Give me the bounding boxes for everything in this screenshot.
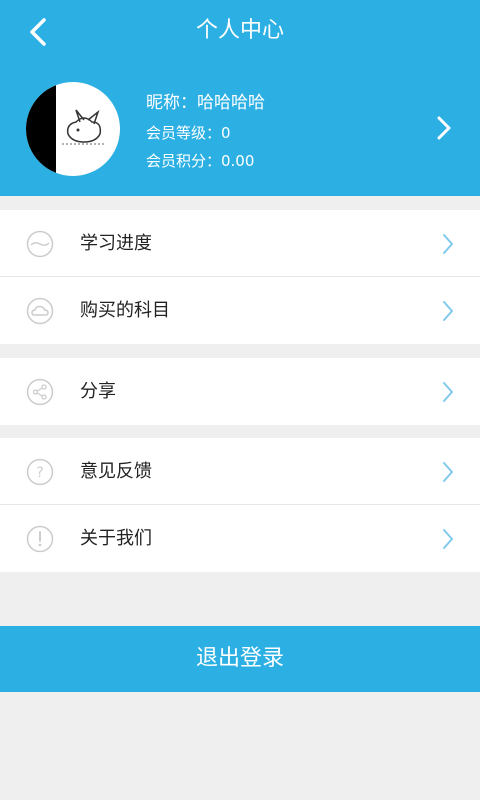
- avatar[interactable]: [26, 82, 120, 176]
- chevron-right-icon: [443, 462, 453, 482]
- chevron-right-icon: [437, 116, 451, 140]
- profile-card[interactable]: 昵称：哈哈哈哈 会员等级：0 会员积分：0.00: [0, 62, 480, 196]
- menu-group-1: 学习进度 购买的科目: [0, 210, 480, 344]
- page-title: 个人中心: [195, 18, 284, 43]
- progress-icon: [26, 230, 54, 258]
- logout-button[interactable]: 退出登录: [0, 626, 480, 692]
- menu-group-2: 分享: [0, 358, 480, 425]
- menu-item-label: 购买的科目: [80, 300, 170, 321]
- info-icon: [26, 525, 54, 553]
- menu-item-purchased-subjects[interactable]: 购买的科目: [0, 277, 480, 344]
- menu-item-learning-progress[interactable]: 学习进度: [0, 210, 480, 277]
- share-icon: [26, 378, 54, 406]
- menu-item-label: 意见反馈: [80, 461, 152, 482]
- menu-item-feedback[interactable]: ? 意见反馈: [0, 438, 480, 505]
- menu-item-label: 分享: [80, 381, 116, 402]
- chevron-right-icon: [443, 382, 453, 402]
- chevron-right-icon: [443, 301, 453, 321]
- member-points-text: 会员积分：0.00: [146, 152, 255, 170]
- svg-text:?: ?: [36, 465, 43, 481]
- menu-item-label: 关于我们: [80, 528, 152, 549]
- question-icon: ?: [26, 458, 54, 486]
- top-bar: 个人中心: [0, 0, 480, 62]
- nickname-text: 昵称：哈哈哈哈: [146, 93, 265, 113]
- menu-group-3: ? 意见反馈 关于我们: [0, 438, 480, 572]
- chevron-right-icon: [443, 529, 453, 549]
- menu-item-about-us[interactable]: 关于我们: [0, 505, 480, 572]
- member-level-text: 会员等级：0: [146, 124, 231, 142]
- menu-item-label: 学习进度: [80, 233, 152, 254]
- chevron-right-icon: [443, 234, 453, 254]
- menu-item-share[interactable]: 分享: [0, 358, 480, 425]
- cloud-icon: [26, 297, 54, 325]
